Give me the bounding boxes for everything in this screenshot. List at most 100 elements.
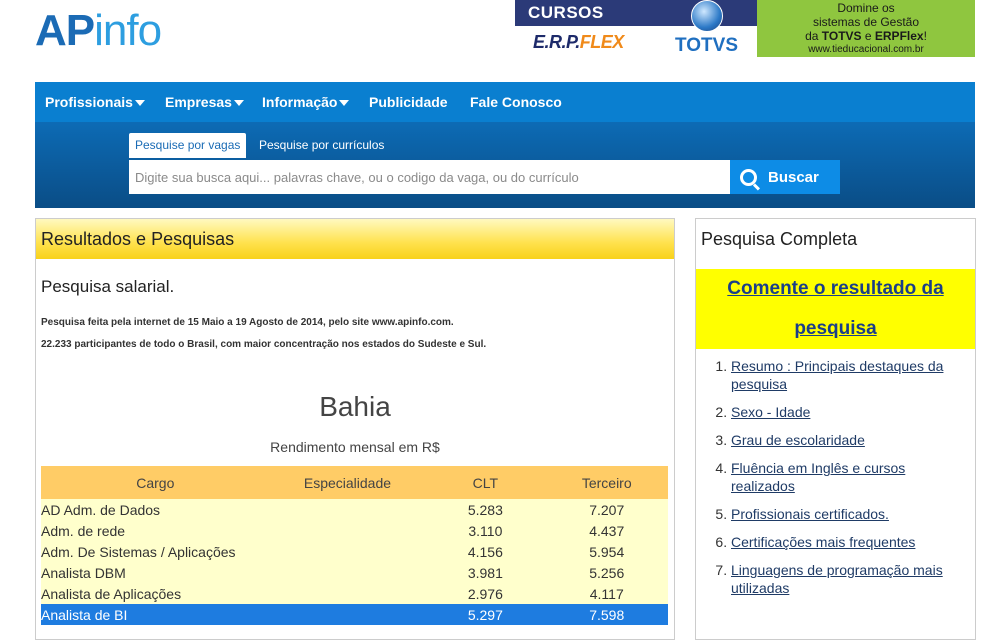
cell-especialidade: [269, 583, 426, 604]
comment-link-line1: Comente o resultado da: [727, 278, 944, 299]
ad-banner-gestao[interactable]: Domine os sistemas de Gestão da TOTVS e …: [757, 0, 975, 57]
toc-list: Resumo : Principais destaques da pesquis…: [696, 357, 971, 607]
ad-banner-cursos-label: CURSOS: [528, 3, 604, 22]
sidebar-title: Pesquisa Completa: [701, 229, 858, 249]
ad-line-3-erpflex: ERPFlex: [874, 29, 924, 43]
nav-item-empresas[interactable]: Empresas: [165, 82, 244, 122]
ad-line-3-c: e: [861, 29, 875, 43]
ad-banner-cursos[interactable]: CURSOS E.R.P.FLEX TOTVS: [515, 0, 757, 57]
region-subheading: Rendimento mensal em R$: [270, 439, 440, 455]
col-header-terceiro: Terceiro: [545, 466, 668, 499]
results-title: Resultados e Pesquisas: [41, 229, 235, 249]
salary-table: Cargo Especialidade CLT Terceiro AD Adm.…: [41, 466, 668, 625]
results-panel: Resultados e Pesquisas Pesquisa salarial…: [35, 218, 675, 640]
cell-especialidade: [269, 499, 426, 520]
table-row: Adm. De Sistemas / Aplicações 4.156 5.95…: [41, 541, 668, 562]
ad-erpflex-brand: E.R.P.FLEX: [533, 32, 624, 53]
ad-line-3-a: da: [805, 29, 822, 43]
cell-clt: 5.297: [425, 604, 546, 625]
search-area: Pesquise por vagas Pesquise por currícul…: [35, 122, 975, 208]
logo-text-info: info: [94, 6, 162, 55]
survey-note-period: Pesquisa feita pela internet de 15 Maio …: [41, 317, 454, 328]
nav-item-informacao[interactable]: Informação: [262, 82, 350, 122]
comment-link[interactable]: Comente o resultado da pesquisa: [696, 269, 975, 349]
cell-especialidade: [269, 520, 426, 541]
caret-down-icon: [233, 100, 244, 107]
toc-link-resumo[interactable]: Resumo : Principais destaques da pesquis…: [731, 358, 943, 392]
toc-item: Fluência em Inglês e cursos realizados: [731, 459, 971, 495]
ad-line-3-totvs: TOTVS: [821, 29, 862, 43]
toc-link-sexo-idade[interactable]: Sexo - Idade: [731, 404, 810, 420]
toc-item: Sexo - Idade: [731, 403, 971, 421]
main-nav: Profissionais Empresas Informação Public…: [35, 82, 975, 122]
survey-note-participants: 22.233 participantes de todo o Brasil, c…: [41, 339, 487, 350]
cell-terceiro: 4.437: [545, 520, 668, 541]
cell-terceiro: 5.256: [545, 562, 668, 583]
ad-erp-text: E.R.P.: [533, 32, 580, 52]
nav-label: Empresas: [165, 94, 232, 110]
caret-down-icon: [339, 100, 350, 107]
ad-line-1: Domine os: [837, 1, 895, 15]
toc-link-certificados[interactable]: Profissionais certificados.: [731, 506, 889, 522]
nav-label: Profissionais: [45, 94, 133, 110]
comment-link-line2: pesquisa: [794, 318, 877, 339]
site-logo[interactable]: APinfo: [35, 6, 162, 56]
col-header-clt: CLT: [425, 466, 546, 499]
tab-pesquise-curriculos[interactable]: Pesquise por currículos: [253, 133, 390, 158]
logo-text-ap: AP: [35, 6, 95, 55]
tab-pesquise-vagas[interactable]: Pesquise por vagas: [129, 133, 247, 158]
table-row: Analista DBM 3.981 5.256: [41, 562, 668, 583]
table-header-row: Cargo Especialidade CLT Terceiro: [41, 466, 668, 499]
toc-link-certificacoes[interactable]: Certificações mais frequentes: [731, 534, 915, 550]
ad-line-2: sistemas de Gestão: [812, 15, 920, 29]
cell-especialidade: [269, 562, 426, 583]
nav-label: Informação: [262, 94, 338, 110]
toc-link-linguagens[interactable]: Linguagens de programação mais utilizada…: [731, 562, 943, 596]
nav-item-profissionais[interactable]: Profissionais: [45, 82, 145, 122]
region-heading: Bahia: [319, 391, 391, 422]
table-row: Analista de Aplicações 2.976 4.117: [41, 583, 668, 604]
search-button[interactable]: Buscar: [730, 160, 840, 194]
ad-line-3-e: !: [923, 29, 927, 43]
cell-clt: 3.981: [425, 562, 546, 583]
search-button-label: Buscar: [768, 168, 819, 186]
table-row: Adm. de rede 3.110 4.437: [41, 520, 668, 541]
cell-clt: 2.976: [425, 583, 546, 604]
cell-cargo: Analista de BI: [41, 604, 270, 625]
cell-cargo: Analista de Aplicações: [41, 583, 270, 604]
cell-especialidade: [269, 541, 426, 562]
survey-title: Pesquisa salarial.: [41, 277, 175, 296]
table-row-selected: Analista de BI 5.297 7.598: [41, 604, 668, 625]
totvs-globe-icon: [691, 0, 723, 32]
col-header-especialidade: Especialidade: [269, 466, 426, 499]
toc-item: Grau de escolaridade: [731, 431, 971, 449]
ad-flex-text: FLEX: [579, 32, 625, 52]
cell-clt: 3.110: [425, 520, 546, 541]
ad-line-3: da TOTVS e ERPFlex!: [757, 29, 975, 43]
toc-item: Linguagens de programação mais utilizada…: [731, 561, 971, 597]
search-input[interactable]: [129, 160, 741, 194]
search-icon: [740, 169, 757, 186]
ad-totvs-brand: TOTVS: [675, 35, 738, 56]
nav-item-publicidade[interactable]: Publicidade: [369, 82, 448, 122]
ad-site-url: www.tieducacional.com.br: [808, 44, 924, 55]
cell-terceiro: 4.117: [545, 583, 668, 604]
cell-terceiro: 5.954: [545, 541, 668, 562]
cell-clt: 4.156: [425, 541, 546, 562]
cell-terceiro: 7.207: [545, 499, 668, 520]
toc-item: Certificações mais frequentes: [731, 533, 971, 551]
nav-item-fale-conosco[interactable]: Fale Conosco: [470, 82, 562, 122]
table-row: AD Adm. de Dados 5.283 7.207: [41, 499, 668, 520]
toc-link-ingles[interactable]: Fluência em Inglês e cursos realizados: [731, 460, 905, 494]
cell-especialidade: [269, 604, 426, 625]
cell-cargo: Adm. de rede: [41, 520, 270, 541]
sidebar-panel: Pesquisa Completa Comente o resultado da…: [695, 218, 976, 640]
cell-clt: 5.283: [425, 499, 546, 520]
col-header-cargo: Cargo: [41, 466, 270, 499]
toc-item: Resumo : Principais destaques da pesquis…: [731, 357, 971, 393]
toc-link-escolaridade[interactable]: Grau de escolaridade: [731, 432, 865, 448]
results-panel-header: Resultados e Pesquisas: [36, 219, 674, 259]
cell-terceiro: 7.598: [545, 604, 668, 625]
cell-cargo: Adm. De Sistemas / Aplicações: [41, 541, 270, 562]
cell-cargo: AD Adm. de Dados: [41, 499, 270, 520]
